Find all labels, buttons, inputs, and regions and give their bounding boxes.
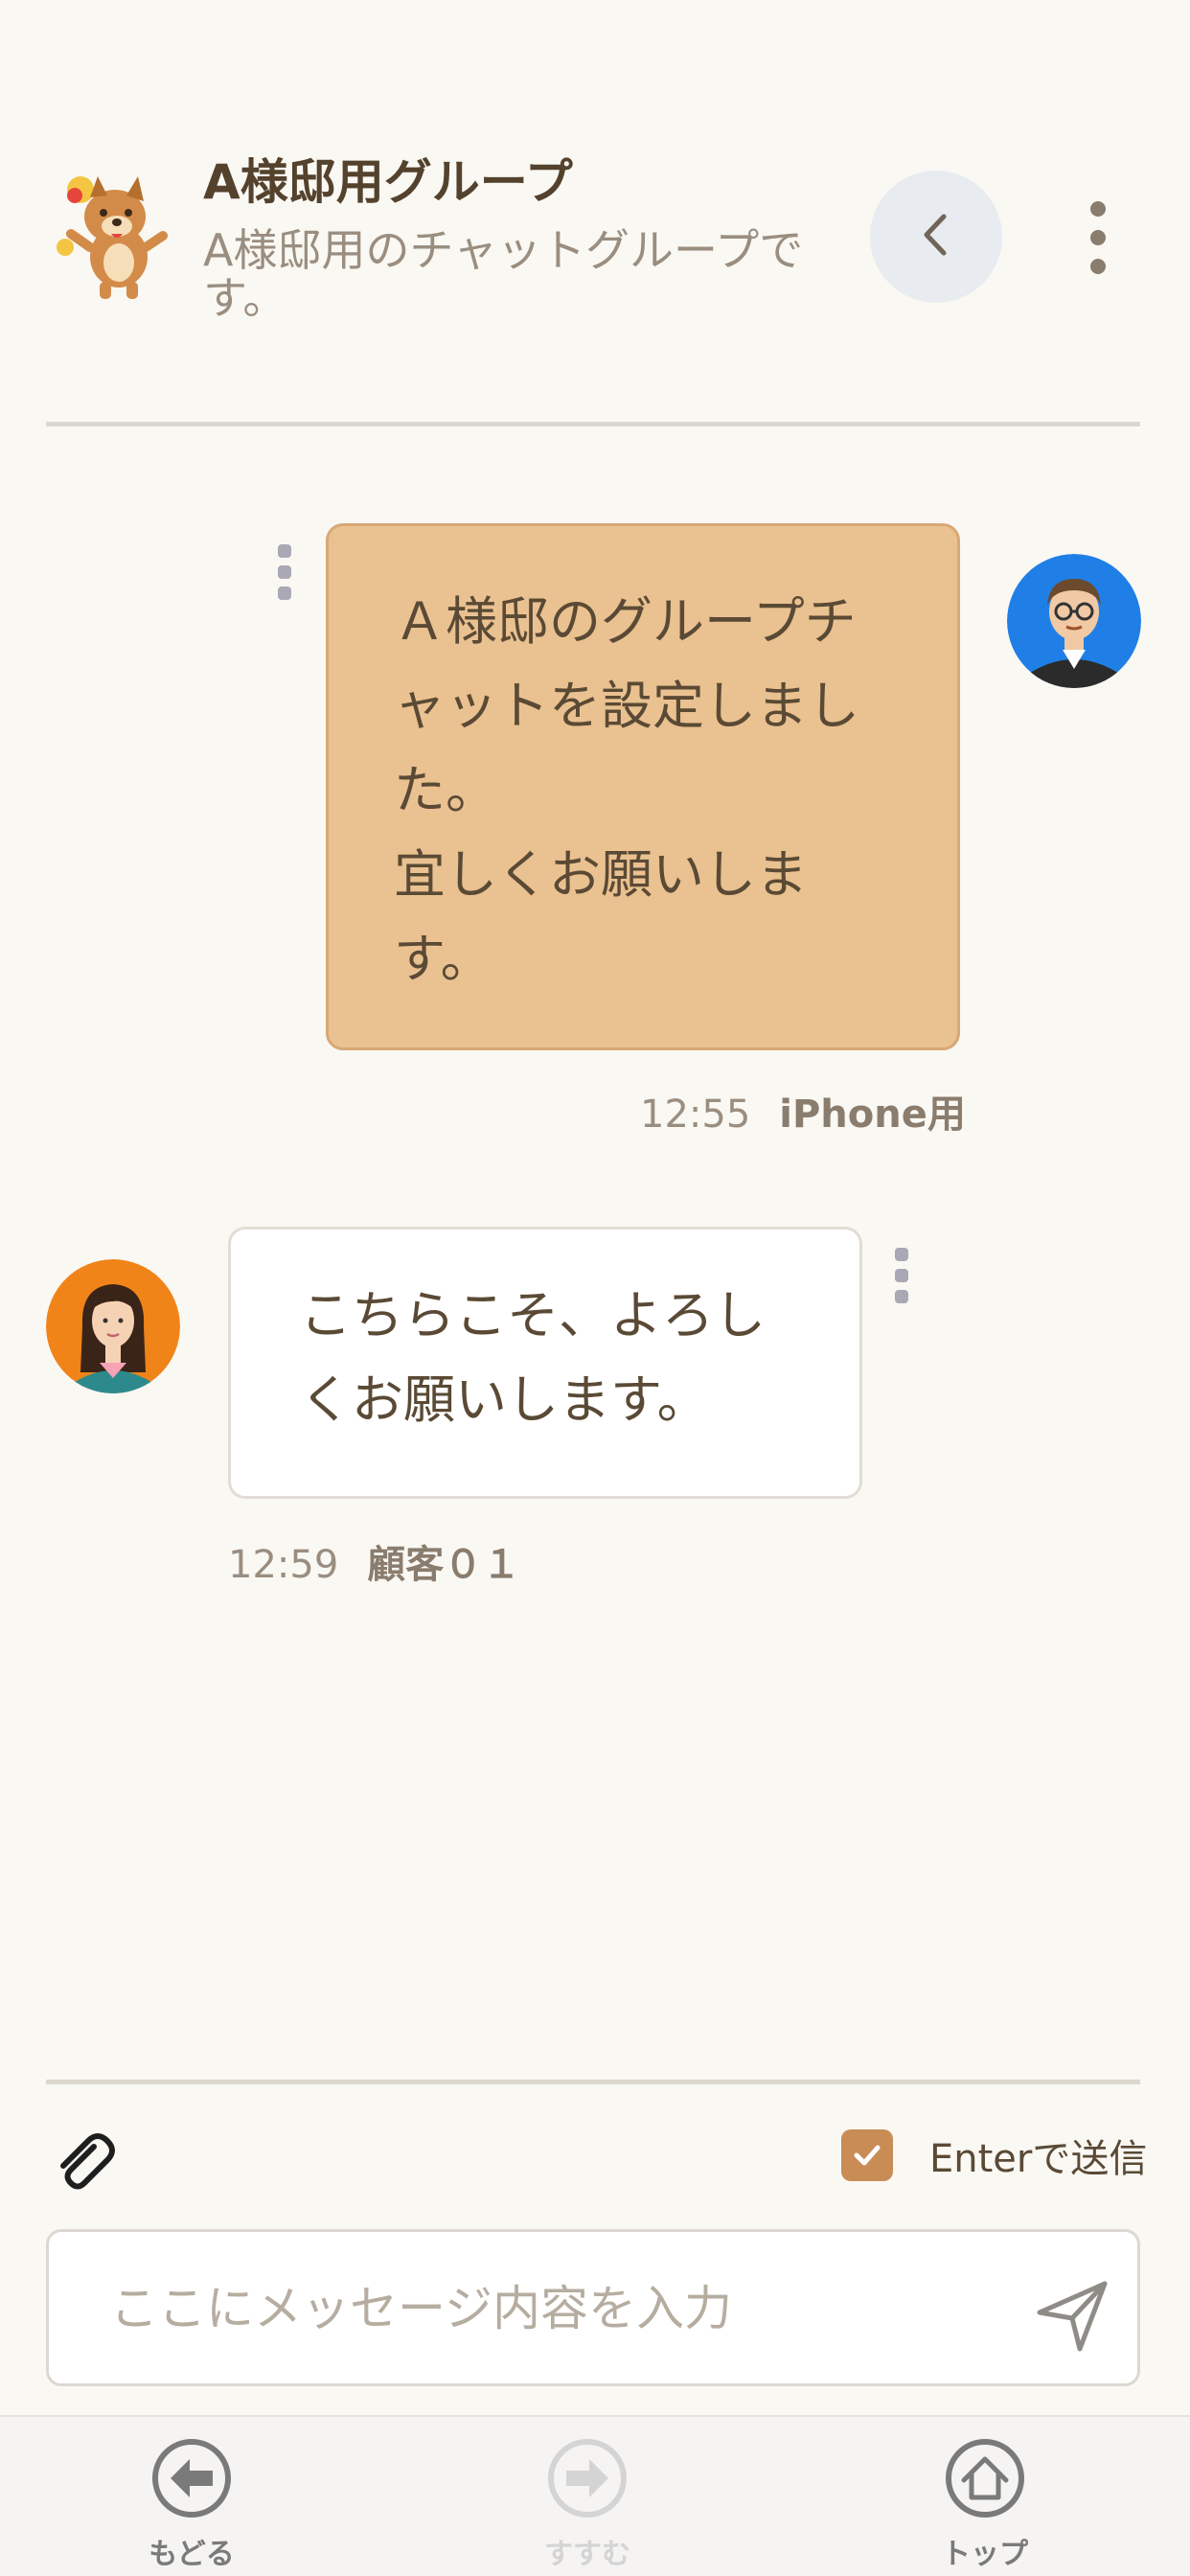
incoming-message-bubble[interactable]: こちらこそ、よろし くお願いします。 bbox=[228, 1227, 862, 1499]
avatar[interactable] bbox=[1007, 554, 1141, 688]
enter-to-send-label: Enterで送信 bbox=[929, 2137, 1148, 2181]
home-icon bbox=[943, 2436, 1027, 2520]
group-description: A様邸用のチャットグループです。 bbox=[203, 224, 804, 324]
avatar[interactable] bbox=[46, 1259, 180, 1393]
message-time: 12:59 bbox=[228, 1543, 339, 1587]
message-meta: 12:59 顧客０１ bbox=[228, 1533, 520, 1589]
message-menu-button[interactable] bbox=[887, 1246, 916, 1307]
message-input-container bbox=[46, 2229, 1140, 2386]
send-button[interactable] bbox=[1030, 2272, 1116, 2358]
nav-back-button[interactable]: もどる bbox=[96, 2436, 287, 2572]
back-button[interactable] bbox=[870, 171, 1002, 303]
nav-top-button[interactable]: トップ bbox=[889, 2436, 1081, 2572]
nav-top-label: トップ bbox=[942, 2538, 1028, 2571]
nav-back-label: もどる bbox=[149, 2538, 235, 2571]
arrow-right-circle-icon bbox=[545, 2436, 629, 2520]
send-icon bbox=[1030, 2281, 1116, 2362]
more-vertical-icon bbox=[1087, 199, 1110, 280]
nav-forward-button[interactable]: すすむ bbox=[492, 2436, 683, 2572]
enter-to-send-toggle[interactable]: Enterで送信 bbox=[841, 2128, 1147, 2183]
message-line: こちらこそ、よろし bbox=[300, 1285, 766, 1346]
outgoing-message-bubble[interactable]: Ａ様邸のグループチ ャットを設定しまし た。 宜しくお願いしま す。 bbox=[326, 523, 960, 1050]
attach-button[interactable] bbox=[50, 2128, 117, 2195]
message-line: た。 bbox=[394, 760, 497, 820]
message-line: Ａ様邸のグループチ bbox=[394, 591, 857, 652]
message-input[interactable] bbox=[110, 2270, 973, 2347]
chat-screen: A様邸用グループ A様邸用のチャットグループです。 Ａ様邸のグループチ ャットを… bbox=[0, 0, 1190, 2576]
composer-divider bbox=[46, 2080, 1140, 2084]
paperclip-icon bbox=[50, 2133, 117, 2198]
message-line: 宜しくお願いしま bbox=[394, 844, 808, 905]
message-line: ャットを設定しまし bbox=[394, 676, 859, 736]
nav-forward-label: すすむ bbox=[544, 2538, 630, 2571]
message-line: くお願いします。 bbox=[300, 1369, 709, 1430]
header-divider bbox=[46, 422, 1140, 426]
arrow-left-circle-icon bbox=[149, 2436, 234, 2520]
message-sender: iPhone用 bbox=[779, 1092, 966, 1137]
message-time: 12:55 bbox=[640, 1092, 751, 1137]
mascot-dog-icon bbox=[44, 163, 169, 307]
message-line: す。 bbox=[394, 929, 492, 989]
chevron-left-icon bbox=[917, 211, 955, 263]
group-menu-button[interactable] bbox=[1069, 192, 1127, 288]
message-menu-button[interactable] bbox=[270, 542, 299, 604]
enter-to-send-checkbox[interactable] bbox=[841, 2129, 893, 2181]
message-meta: 12:55 iPhone用 bbox=[640, 1083, 966, 1138]
bottom-nav: もどる すすむ トップ bbox=[0, 2415, 1190, 2576]
message-sender: 顧客０１ bbox=[367, 1543, 521, 1587]
group-name: A様邸用グループ bbox=[203, 154, 573, 210]
